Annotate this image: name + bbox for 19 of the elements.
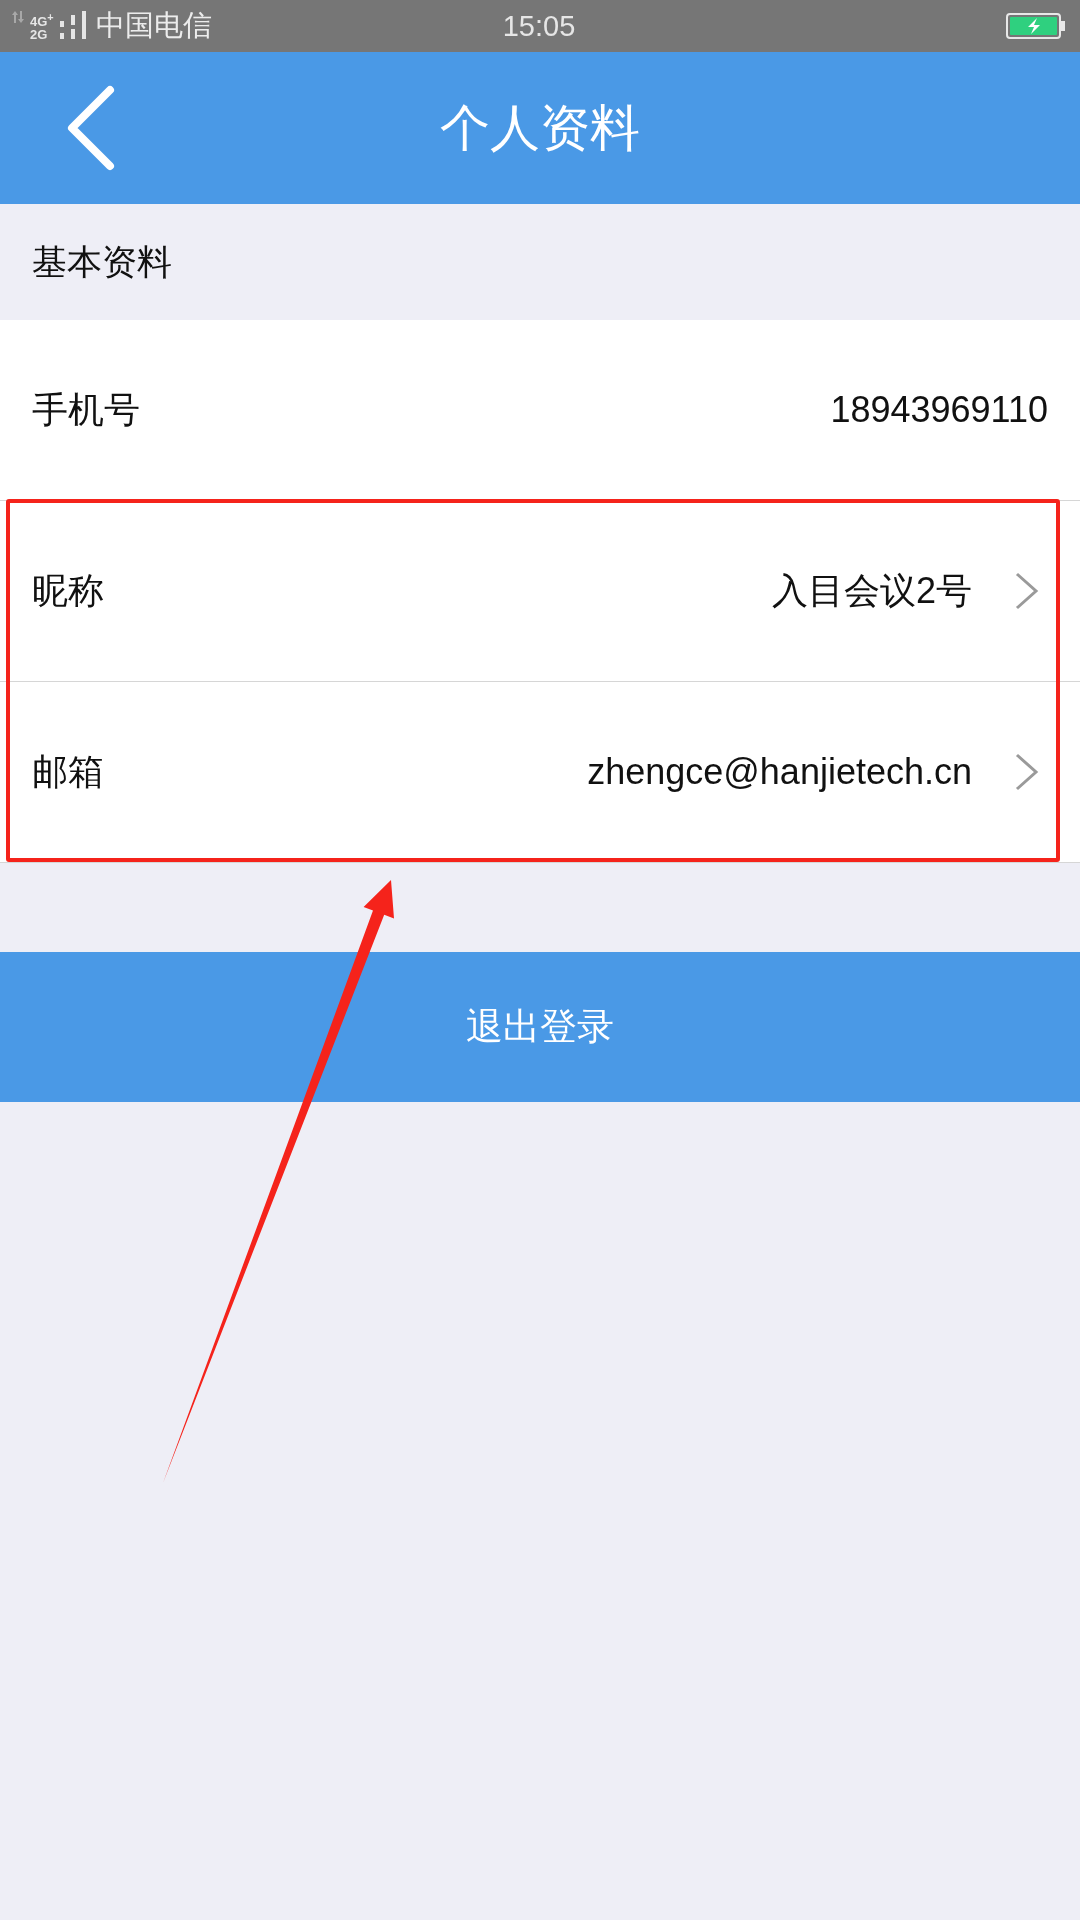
section-title: 基本资料 bbox=[32, 240, 172, 283]
page-title: 个人资料 bbox=[440, 98, 640, 158]
field-value: zhengce@hanjietech.cn bbox=[587, 751, 972, 793]
field-value: 18943969110 bbox=[830, 389, 1048, 431]
field-value: 入目会议2号 bbox=[771, 568, 972, 613]
chevron-right-icon bbox=[1014, 752, 1040, 792]
field-label: 邮箱 bbox=[32, 749, 104, 794]
network-type-text: 2G bbox=[30, 28, 49, 42]
signal-icon bbox=[59, 11, 86, 41]
network-type-text: 4G$^{+}$ bbox=[30, 10, 54, 29]
chevron-right-icon bbox=[1014, 571, 1040, 611]
field-label: 手机号 bbox=[32, 387, 140, 432]
battery-charging-icon bbox=[1006, 13, 1066, 39]
data-activity-icon bbox=[12, 11, 24, 23]
field-label: 昵称 bbox=[32, 568, 104, 613]
carrier-name: 中国电信 bbox=[95, 8, 212, 43]
status-time: 15:05 bbox=[502, 9, 576, 43]
back-button[interactable] bbox=[66, 85, 116, 171]
back-icon bbox=[66, 85, 116, 171]
